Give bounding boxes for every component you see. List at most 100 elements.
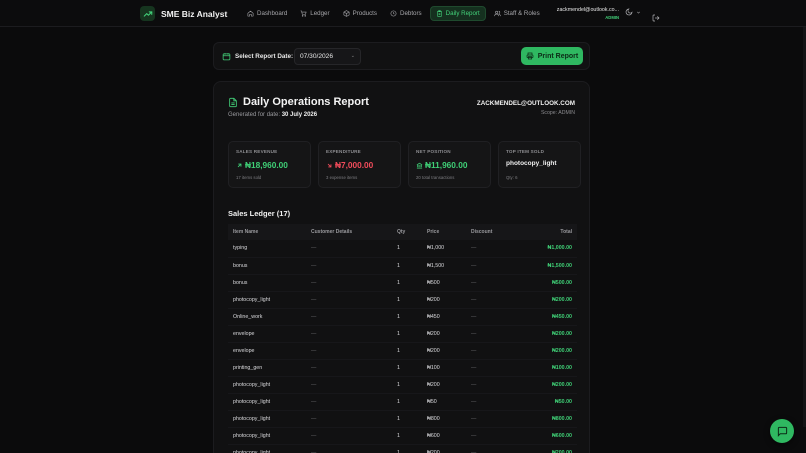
table-cell: ₦800.00 — [518, 410, 577, 428]
table-row: printing_gen —1 ₦100— ₦100.00 — [228, 359, 577, 377]
table-cell: ₦50 — [422, 393, 466, 411]
column-header[interactable]: Price — [422, 224, 466, 240]
stat-value-row: ₦7,000.00 — [326, 160, 393, 170]
stat-value-row: ₦18,960.00 — [236, 160, 303, 170]
table-cell: photocopy_light — [228, 410, 306, 428]
column-header[interactable]: Discount — [466, 224, 518, 240]
table-cell: Online_work — [228, 308, 306, 326]
table-cell: ₦200 — [422, 444, 466, 453]
table-row: photocopy_light —1 ₦200— ₦200.00 — [228, 376, 577, 394]
report-generated: Generated for date: 30 July 2026 — [228, 112, 317, 118]
table-cell: — — [466, 257, 518, 275]
nav-item-ledger[interactable]: Ledger — [295, 6, 334, 21]
table-cell: — — [306, 410, 392, 428]
table-cell: ₦200 — [422, 325, 466, 343]
stat-top-item: TOP ITEM SOLD photocopy_light Qty: 6 — [498, 141, 581, 188]
logout-button[interactable] — [652, 9, 660, 27]
document-icon — [229, 97, 237, 107]
table-cell: — — [466, 291, 518, 309]
report-card: Daily Operations Report Generated for da… — [213, 81, 590, 453]
report-date-input[interactable]: 07/30/2026 ⌄ — [294, 48, 361, 65]
nav-item-label: Daily Report — [445, 10, 480, 17]
nav-item-daily-report[interactable]: Daily Report — [429, 6, 486, 21]
nav-item-debtors[interactable]: Debtors — [385, 6, 427, 21]
nav-links: Dashboard Ledger Products Debtors Daily … — [242, 6, 545, 21]
table-cell: ₦200.00 — [518, 342, 577, 360]
stat-foot: 17 items sold — [236, 175, 262, 180]
trending-up-icon — [140, 6, 155, 21]
bank-icon — [416, 162, 423, 168]
table-cell: — — [466, 427, 518, 445]
stat-label: EXPENDITURE — [326, 149, 361, 154]
table-cell: bonus — [228, 257, 306, 275]
table-row: photocopy_light —1 ₦200— ₦200.00 — [228, 444, 577, 453]
table-cell: ₦800 — [422, 410, 466, 428]
arrow-down-right-icon — [327, 163, 332, 167]
table-cell: typing — [228, 240, 306, 258]
table-cell: 1 — [392, 342, 422, 360]
table-cell: ₦200.00 — [518, 291, 577, 309]
stat-value: ₦11,960.00 — [425, 160, 468, 170]
theme-toggle[interactable] — [625, 8, 641, 16]
cart-icon — [300, 10, 307, 17]
brand[interactable]: SME Biz Analyst — [140, 6, 227, 21]
calendar-icon — [222, 53, 231, 61]
stat-label: TOP ITEM SOLD — [506, 149, 545, 154]
table-cell: ₦1,000 — [422, 240, 466, 258]
chevron-down-icon — [637, 11, 640, 14]
table-cell: — — [306, 308, 392, 326]
stat-net-position: NET POSITION ₦11,960.00 20 total transac… — [408, 141, 491, 188]
column-header[interactable]: Customer Details — [306, 224, 392, 240]
table-cell: ₦200.00 — [518, 444, 577, 453]
table-cell: photocopy_light — [228, 393, 306, 411]
arrow-up-right-icon — [237, 163, 242, 167]
table-cell: 1 — [392, 308, 422, 326]
nav-item-products[interactable]: Products — [338, 6, 382, 21]
table-cell: ₦200.00 — [518, 376, 577, 394]
report-date-value: 07/30/2026 — [300, 53, 334, 60]
table-cell: ₦50.00 — [518, 393, 577, 411]
generated-prefix: Generated for date: — [228, 112, 281, 118]
table-row: photocopy_light —1 ₦50— ₦50.00 — [228, 393, 577, 411]
table-row: photocopy_light —1 ₦200— ₦200.00 — [228, 291, 577, 309]
table-cell: 1 — [392, 410, 422, 428]
nav-item-staff-roles[interactable]: Staff & Roles — [489, 6, 545, 21]
nav-item-label: Dashboard — [257, 10, 288, 17]
stat-foot: Qty: 6 — [506, 175, 518, 180]
column-header[interactable]: Qty — [392, 224, 422, 240]
print-report-button[interactable]: Print Report — [521, 47, 583, 65]
nav-item-label: Products — [352, 10, 377, 17]
table-cell: ₦500 — [422, 274, 466, 292]
sales-ledger-title: Sales Ledger (17) — [228, 209, 291, 218]
stat-value: ₦7,000.00 — [335, 160, 374, 170]
table-cell: ₦600 — [422, 427, 466, 445]
table-cell: 1 — [392, 444, 422, 453]
table-cell: envelope — [228, 325, 306, 343]
nav-item-label: Debtors — [399, 10, 422, 17]
stat-value-row: photocopy_light — [506, 160, 573, 167]
table-cell: — — [306, 291, 392, 309]
user-info[interactable]: zackmendel@outlook.co... ADMIN — [555, 7, 619, 20]
nav-item-dashboard[interactable]: Dashboard — [242, 6, 292, 21]
table-row: envelope —1 ₦200— ₦200.00 — [228, 342, 577, 360]
table-cell: 1 — [392, 274, 422, 292]
stats-row: SALES REVENUE ₦18,960.00 17 items sold E… — [228, 141, 581, 188]
table-cell: photocopy_light — [228, 291, 306, 309]
table-cell: 1 — [392, 359, 422, 377]
brand-name: SME Biz Analyst — [161, 8, 228, 19]
report-email: ZACKMENDEL@OUTLOOK.COM — [476, 100, 575, 107]
chat-button[interactable] — [770, 419, 794, 443]
stat-sales-revenue: SALES REVENUE ₦18,960.00 17 items sold — [228, 141, 311, 188]
table-cell: — — [466, 325, 518, 343]
table-cell: printing_gen — [228, 359, 306, 377]
table-cell: envelope — [228, 342, 306, 360]
table-cell: — — [466, 342, 518, 360]
table-cell: — — [306, 359, 392, 377]
column-header[interactable]: Total — [518, 224, 577, 240]
report-title: Daily Operations Report — [243, 96, 369, 108]
date-picker-icon[interactable]: ⌄ — [351, 53, 355, 59]
table-cell: 1 — [392, 376, 422, 394]
sales-ledger-table: Item Name Customer Details Qty Price Dis… — [228, 224, 577, 453]
column-header[interactable]: Item Name — [228, 224, 306, 240]
table-cell: 1 — [392, 240, 422, 258]
